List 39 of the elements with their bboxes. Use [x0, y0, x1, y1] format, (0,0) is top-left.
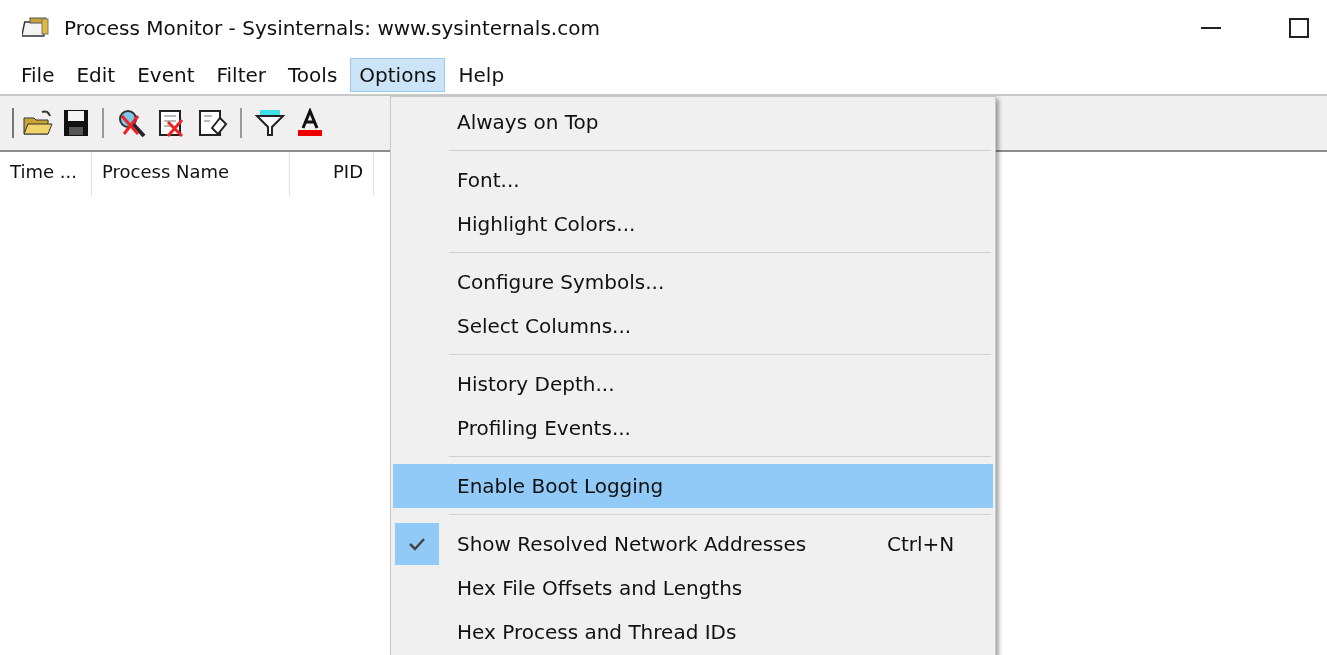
menu-item[interactable]: Event: [128, 58, 204, 92]
option-label: History Depth...: [457, 372, 615, 396]
option-label: Highlight Colors...: [457, 212, 636, 236]
menu-option[interactable]: Show Resolved Network Addresses Ctrl+N: [393, 522, 993, 566]
filter-icon[interactable]: [254, 108, 286, 138]
magnifier-cross-icon[interactable]: [116, 108, 148, 138]
menu-option[interactable]: Hex File Offsets and Lengths: [393, 566, 993, 610]
option-label: Hex File Offsets and Lengths: [457, 576, 743, 600]
option-label: Select Columns...: [457, 314, 632, 338]
menu-option[interactable]: Profiling Events...: [393, 406, 993, 450]
option-label: Font...: [457, 168, 520, 192]
menu-option[interactable]: Font...: [393, 158, 993, 202]
menu-item[interactable]: Edit: [67, 58, 125, 92]
option-label: Configure Symbols...: [457, 270, 665, 294]
shortcut-text: Ctrl+N: [887, 532, 955, 556]
app-icon: [22, 16, 52, 40]
menu-item[interactable]: Tools: [279, 58, 347, 92]
menu-item[interactable]: File: [12, 58, 64, 92]
column-header[interactable]: Process Name: [92, 152, 290, 196]
menu-item[interactable]: Filter: [207, 58, 276, 92]
menu-item[interactable]: Options: [350, 58, 446, 92]
option-label: Hex Process and Thread IDs: [457, 620, 737, 644]
window-title: Process Monitor - Sysinternals: www.sysinternals.com: [64, 16, 600, 40]
maximize-icon[interactable]: [1289, 18, 1309, 38]
document-eraser-icon[interactable]: [196, 108, 228, 138]
column-header[interactable]: Time ...: [0, 152, 92, 196]
folder-icon[interactable]: [22, 108, 54, 138]
option-label: Show Resolved Network Addresses: [457, 532, 807, 556]
option-label: Always on Top: [457, 110, 599, 134]
menu-option[interactable]: Hex Process and Thread IDs: [393, 610, 993, 654]
column-header[interactable]: PID: [290, 152, 374, 196]
menu-option[interactable]: Configure Symbols...: [393, 260, 993, 304]
menu-option[interactable]: Select Columns...: [393, 304, 993, 348]
option-label: Enable Boot Logging: [457, 474, 664, 498]
option-label: Profiling Events...: [457, 416, 631, 440]
menu-option[interactable]: Highlight Colors...: [393, 202, 993, 246]
menu-option[interactable]: History Depth...: [393, 362, 993, 406]
menu-item[interactable]: Help: [449, 58, 514, 92]
menu-option[interactable]: Enable Boot Logging: [393, 464, 993, 508]
